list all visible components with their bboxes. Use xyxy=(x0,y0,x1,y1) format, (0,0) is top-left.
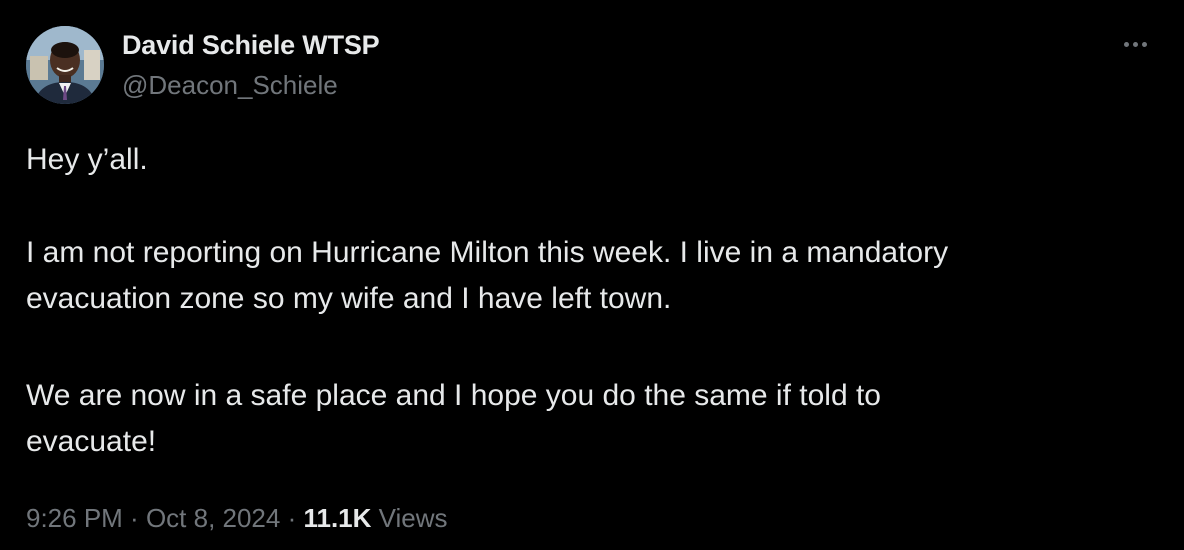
views-count[interactable]: 11.1K xyxy=(303,503,371,533)
tweet-metadata: 9:26 PM · Oct 8, 2024 · 11.1K Views xyxy=(26,503,448,534)
more-options-button[interactable] xyxy=(1118,30,1152,58)
avatar[interactable] xyxy=(26,26,104,104)
author-handle[interactable]: @Deacon_Schiele xyxy=(122,70,338,101)
tweet-text-paragraph: Hey y’all. xyxy=(26,143,148,176)
tweet-time[interactable]: 9:26 PM xyxy=(26,503,123,533)
views-label: Views xyxy=(371,503,448,533)
tweet-text-paragraph: I am not reporting on Hurricane Milton t… xyxy=(26,236,949,315)
meta-separator: · xyxy=(122,503,146,533)
tweet-date[interactable]: Oct 8, 2024 xyxy=(146,503,280,533)
more-horizontal-icon xyxy=(1123,41,1147,47)
meta-separator: · xyxy=(280,503,304,533)
avatar-image xyxy=(26,26,104,104)
tweet-card: David Schiele WTSP @Deacon_Schiele Hey y… xyxy=(0,0,1184,550)
tweet-text-paragraph: We are now in a safe place and I hope yo… xyxy=(26,379,881,458)
author-display-name[interactable]: David Schiele WTSP xyxy=(122,30,380,61)
